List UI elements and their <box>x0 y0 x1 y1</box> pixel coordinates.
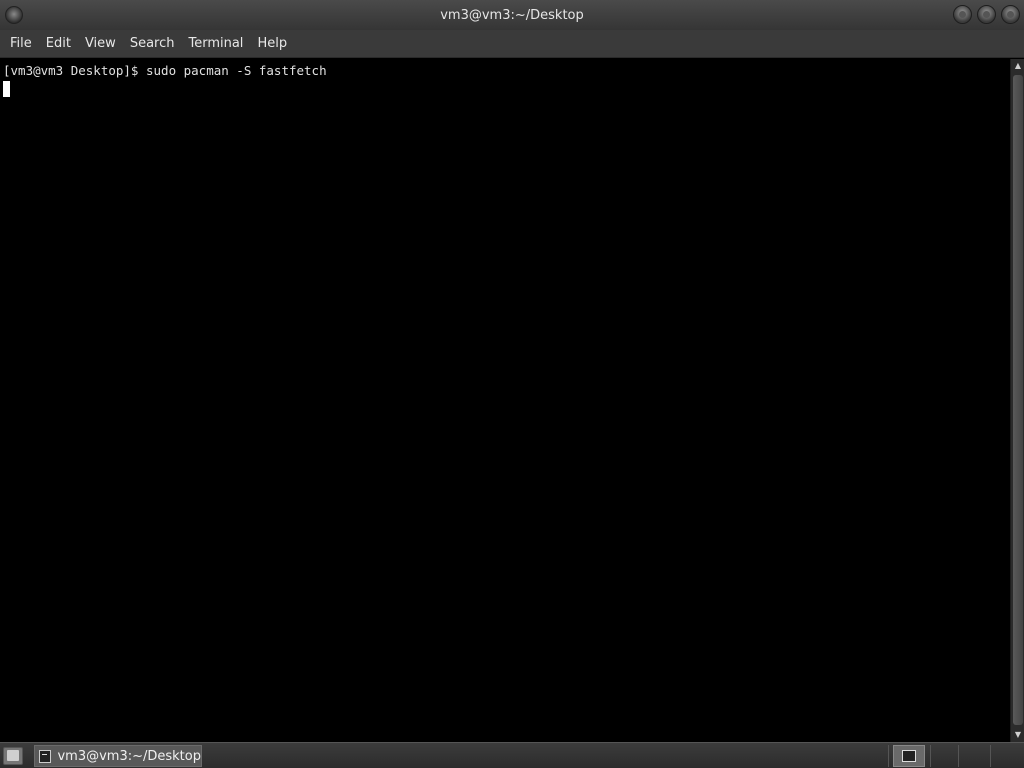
menu-terminal[interactable]: Terminal <box>181 30 250 58</box>
text-cursor <box>3 81 10 97</box>
close-button[interactable] <box>1001 5 1020 24</box>
tray-terminal-button[interactable] <box>893 745 925 767</box>
menu-edit[interactable]: Edit <box>39 30 78 58</box>
scroll-thumb[interactable] <box>1013 75 1023 725</box>
maximize-button[interactable] <box>977 5 996 24</box>
terminal-icon <box>39 749 52 763</box>
scroll-up-icon[interactable]: ▲ <box>1011 59 1024 73</box>
window-menu-icon[interactable] <box>5 6 23 24</box>
scroll-down-icon[interactable]: ▼ <box>1011 728 1024 742</box>
menu-bar: File Edit View Search Terminal Help <box>0 30 1024 58</box>
taskbar-window-label: vm3@vm3:~/Desktop <box>57 748 201 764</box>
taskbar-window-button[interactable]: vm3@vm3:~/Desktop <box>34 745 202 767</box>
vertical-scrollbar[interactable]: ▲ ▼ <box>1010 59 1024 742</box>
minimize-button[interactable] <box>953 5 972 24</box>
menu-help[interactable]: Help <box>250 30 294 58</box>
terminal-icon <box>902 750 916 762</box>
tray-divider <box>958 745 959 767</box>
window-title: vm3@vm3:~/Desktop <box>440 7 584 23</box>
window-controls <box>953 5 1020 24</box>
terminal-output[interactable]: [vm3@vm3 Desktop]$ sudo pacman -S fastfe… <box>0 59 1010 742</box>
taskbar: vm3@vm3:~/Desktop <box>0 742 1024 768</box>
tray-divider <box>930 745 931 767</box>
terminal-line: [vm3@vm3 Desktop]$ sudo pacman -S fastfe… <box>3 63 327 78</box>
menu-file[interactable]: File <box>3 30 39 58</box>
menu-view[interactable]: View <box>78 30 123 58</box>
title-bar: vm3@vm3:~/Desktop <box>0 0 1024 30</box>
menu-search[interactable]: Search <box>123 30 182 58</box>
show-desktop-icon[interactable] <box>3 747 23 765</box>
tray-divider <box>990 745 991 767</box>
tray-divider <box>888 745 889 767</box>
